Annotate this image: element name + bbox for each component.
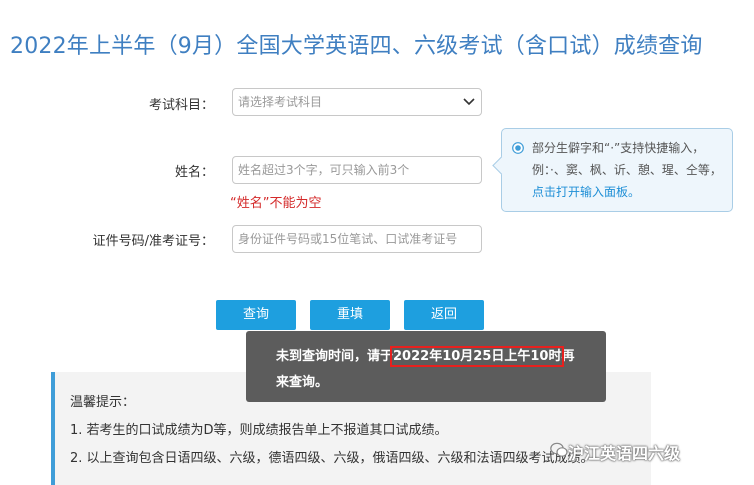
watermark-text: 沪江英语四六级 (568, 444, 681, 463)
name-input[interactable]: 姓名超过3个字，可只输入前3个 (232, 156, 482, 184)
hint-text: 部分生僻字和“·”支持快捷输入，例：·、窦、枫、䜣、憩、瑆、仝等， (532, 141, 722, 177)
tips-item: 1. 若考生的口试成绩为D等，则成绩报告单上不报道其口试成绩。 (70, 423, 448, 438)
input-hint-box: 部分生僻字和“·”支持快捷输入，例：·、窦、枫、䜣、憩、瑆、仝等， 点击打开输入面… (492, 128, 733, 212)
reset-button[interactable]: 重填 (310, 300, 390, 330)
toast-highlighted-time: 2022年10月25日上午10时 (390, 346, 565, 367)
open-input-panel-link[interactable]: 点击打开输入面板。 (532, 185, 640, 199)
subject-label: 考试科目： (148, 98, 214, 113)
subject-select-value: 请选择考试科目 (238, 95, 323, 109)
chevron-down-icon (463, 98, 475, 106)
back-button[interactable]: 返回 (404, 300, 484, 330)
id-number-input[interactable]: 身份证件号码或15位笔试、口试准考证号 (232, 225, 482, 253)
id-number-label: 证件号码/准考证号： (92, 234, 214, 249)
name-error-message: “姓名”不能为空 (230, 196, 322, 211)
query-button[interactable]: 查询 (216, 300, 296, 330)
toast-message: 未到查询时间，请于2022年10月25日上午10时再来查询。 (246, 331, 606, 402)
radio-dot-icon (512, 142, 524, 154)
wechat-icon (550, 442, 568, 457)
subject-select[interactable]: 请选择考试科目 (232, 88, 482, 116)
name-input-placeholder: 姓名超过3个字，可只输入前3个 (238, 163, 410, 177)
toast-text-prefix: 未到查询时间，请于 (276, 349, 394, 364)
name-label: 姓名： (174, 165, 214, 180)
hint-arrow (492, 156, 511, 175)
id-number-input-placeholder: 身份证件号码或15位笔试、口试准考证号 (238, 232, 458, 246)
page-title: 2022年上半年（9月）全国大学英语四、六级考试（含口试）成绩查询 (10, 34, 703, 59)
